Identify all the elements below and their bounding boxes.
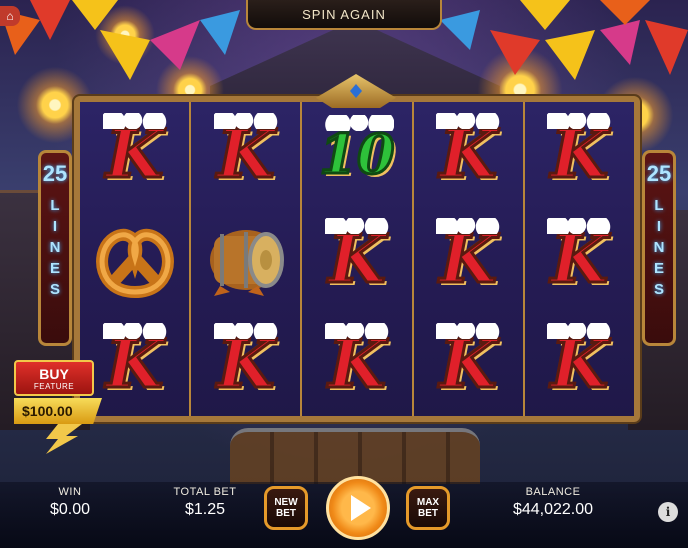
symbol-k: K xyxy=(206,111,286,197)
symbol-k: K xyxy=(539,111,619,197)
symbol-pretzel xyxy=(89,214,181,304)
lightning-icon xyxy=(46,424,82,454)
total-bet-label: TOTAL BET xyxy=(173,486,237,498)
reel-5: K K K xyxy=(524,102,635,416)
win-label: WIN xyxy=(58,486,82,498)
symbol-barrel xyxy=(200,214,292,304)
new-bet-label-1: NEW xyxy=(274,496,298,508)
spin-button[interactable] xyxy=(326,476,390,540)
symbol-k: K xyxy=(539,321,619,407)
win-value: $0.00 xyxy=(49,501,91,518)
barrel-icon xyxy=(209,229,284,296)
feature-label: FEATURE xyxy=(33,381,75,391)
symbol-10: 10 xyxy=(314,111,400,197)
buy-feature-button[interactable]: BUY FEATURE $100.00 xyxy=(14,346,104,456)
info-button[interactable]: i xyxy=(658,502,678,522)
reel-4: K K K xyxy=(413,102,525,416)
lines-count: 25 xyxy=(42,161,68,186)
symbol-k: K xyxy=(95,321,175,407)
symbol-k: K xyxy=(428,216,508,302)
reel-2: K K xyxy=(191,102,303,416)
win-display: WIN $0.00 xyxy=(40,486,100,519)
home-button[interactable]: ⌂ xyxy=(0,6,20,26)
max-bet-label-1: MAX xyxy=(416,496,440,508)
spin-again-banner: SPIN AGAIN xyxy=(246,0,442,30)
lines-count: 25 xyxy=(646,161,672,186)
home-icon: ⌂ xyxy=(6,9,14,23)
buy-feature-price: $100.00 xyxy=(14,398,102,424)
symbol-k: K xyxy=(317,216,397,302)
info-icon: i xyxy=(665,505,671,519)
symbol-k: K xyxy=(95,111,175,197)
symbol-k: K xyxy=(317,321,397,407)
buy-feature-tag: BUY FEATURE xyxy=(14,360,94,396)
symbol-k: K xyxy=(428,111,508,197)
play-icon xyxy=(350,495,371,521)
balance-display: BALANCE $44,022.00 xyxy=(498,486,608,519)
buy-label: BUY xyxy=(39,365,69,382)
new-bet-label-2: BET xyxy=(276,508,296,519)
symbol-k: K xyxy=(428,321,508,407)
new-bet-button[interactable]: NEW BET xyxy=(264,486,308,530)
total-bet-display: TOTAL BET $1.25 xyxy=(168,486,242,519)
lines-word: LINES xyxy=(46,197,64,302)
total-bet-value: $1.25 xyxy=(184,501,226,518)
lines-word: LINES xyxy=(650,197,668,302)
reel-3: 10 K K xyxy=(302,102,414,416)
lines-indicator-right: 25 LINES xyxy=(642,150,676,346)
balance-value: $44,022.00 xyxy=(512,501,594,518)
balance-label: BALANCE xyxy=(525,486,581,498)
pretzel-icon xyxy=(95,228,174,298)
lines-indicator-left: 25 LINES xyxy=(38,150,72,346)
symbol-k: K xyxy=(539,216,619,302)
symbol-k: K xyxy=(206,321,286,407)
max-bet-label-2: BET xyxy=(418,508,438,519)
reel-grid: K K K K 10 K K K K K K K K xyxy=(80,102,635,416)
max-bet-button[interactable]: MAX BET xyxy=(406,486,450,530)
spin-again-label: SPIN AGAIN xyxy=(302,6,386,22)
